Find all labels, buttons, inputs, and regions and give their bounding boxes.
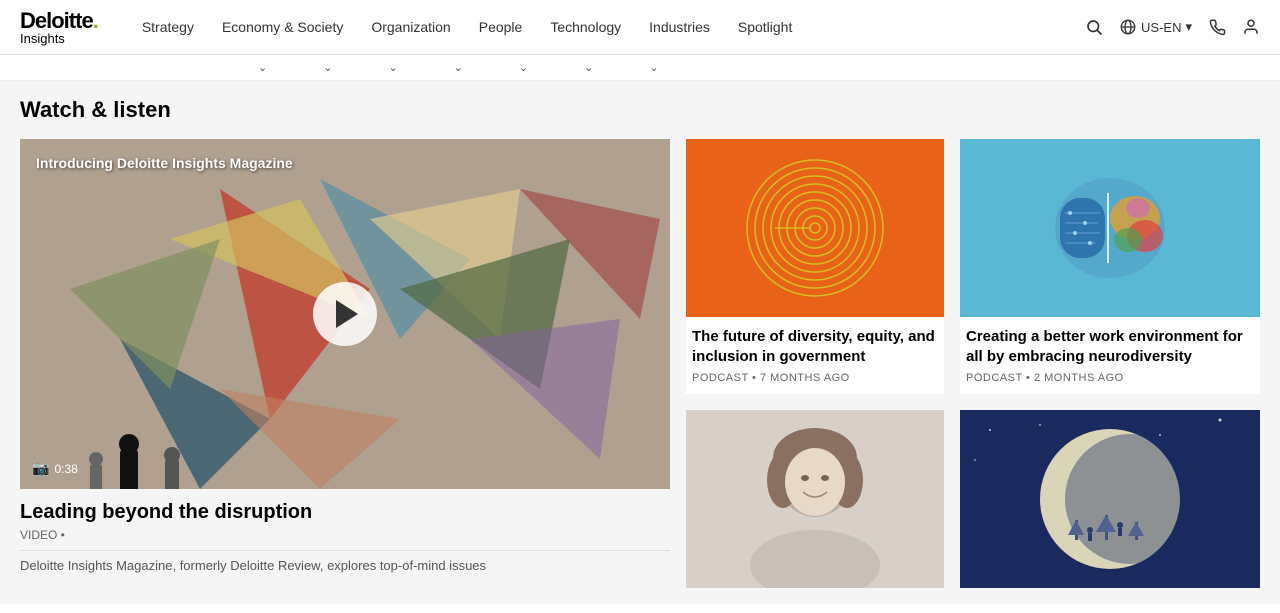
card-moon-image [960,410,1260,588]
search-button[interactable] [1085,18,1103,36]
card-dei-government[interactable]: The future of diversity, equity, and inc… [686,139,944,394]
main-card-meta: VIDEO • [20,528,670,542]
card-portrait[interactable] [686,410,944,588]
card-neuro-type: PODCAST [966,372,1022,384]
card-moon[interactable] [960,410,1260,588]
lang-label: US-EN [1141,20,1181,35]
dropdown-people[interactable]: ⌄ [426,61,491,74]
main-video-card[interactable]: Introducing Deloitte Insights Magazine 📷… [20,139,670,588]
card-neurodiversity[interactable]: Creating a better work environment for a… [960,139,1260,394]
dropdown-organization[interactable]: ⌄ [360,61,425,74]
video-overlay-label: Introducing Deloitte Insights Magazine [36,155,293,171]
card-dei-image [686,139,944,317]
nav-strategy[interactable]: Strategy [128,19,208,35]
card-dei-title: The future of diversity, equity, and inc… [692,327,938,366]
duration-text: 0:38 [54,462,77,476]
main-card-body: Leading beyond the disruption VIDEO • De… [20,489,670,575]
lang-chevron: ▾ [1185,19,1192,35]
dropdown-strategy[interactable]: ⌄ [230,61,295,74]
main-nav: Strategy Economy & Society Organization … [128,19,1085,35]
nav-industries[interactable]: Industries [635,19,724,35]
dropdown-technology[interactable]: ⌄ [491,61,556,74]
nav-economy-society[interactable]: Economy & Society [208,19,357,35]
logo-sub: Insights [20,32,98,45]
video-thumbnail[interactable]: Introducing Deloitte Insights Magazine 📷… [20,139,670,489]
card-dei-separator: • [752,372,760,384]
video-type: VIDEO • [20,528,65,542]
user-button[interactable] [1242,18,1260,36]
content-grid: Introducing Deloitte Insights Magazine 📷… [20,139,1260,588]
logo[interactable]: Deloitte. Insights [20,10,98,45]
header-actions: US-EN ▾ [1085,18,1260,36]
card-dei-time: 7 months ago [760,372,850,384]
card-neuro-time: 2 months ago [1034,372,1124,384]
site-header: Deloitte. Insights Strategy Economy & So… [0,0,1280,55]
nav-organization[interactable]: Organization [357,19,464,35]
section-title: Watch & listen [20,97,1260,123]
nav-spotlight[interactable]: Spotlight [724,19,806,35]
phone-button[interactable] [1208,18,1226,36]
dropdown-spotlight[interactable]: ⌄ [621,61,686,74]
card-neuro-meta: PODCAST • 2 months ago [966,372,1254,384]
language-selector[interactable]: US-EN ▾ [1119,18,1192,36]
main-content: Watch & listen [0,81,1280,604]
play-button[interactable] [313,282,377,346]
main-card-desc: Deloitte Insights Magazine, formerly Del… [20,557,670,575]
card-neuro-separator: • [1026,372,1034,384]
card-dei-type: PODCAST [692,372,748,384]
nav-technology[interactable]: Technology [536,19,635,35]
camera-icon: 📷 [32,460,49,477]
card-neuro-image [960,139,1260,317]
card-portrait-image [686,410,944,588]
card-dei-body: The future of diversity, equity, and inc… [686,317,944,394]
play-icon [336,300,358,328]
dropdown-economy[interactable]: ⌄ [295,61,360,74]
card-neuro-title: Creating a better work environment for a… [966,327,1254,366]
logo-name: Deloitte. [20,10,98,32]
main-card-title: Leading beyond the disruption [20,501,670,524]
nav-people[interactable]: People [465,19,537,35]
dropdown-row: ⌄ ⌄ ⌄ ⌄ ⌄ ⌄ ⌄ [0,55,1280,81]
card-neuro-body: Creating a better work environment for a… [960,317,1260,394]
card-dei-meta: PODCAST • 7 months ago [692,372,938,384]
dropdown-industries[interactable]: ⌄ [556,61,621,74]
video-duration: 📷 0:38 [32,460,78,477]
